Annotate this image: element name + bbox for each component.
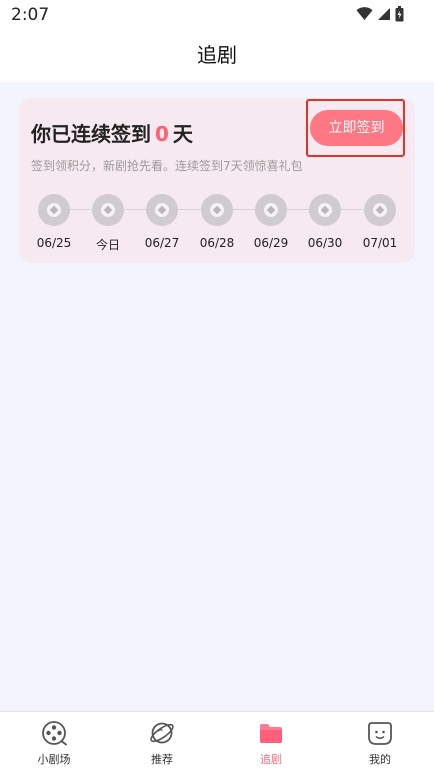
- checkin-day: 06/28: [187, 194, 247, 250]
- day-label: 今日: [95, 238, 120, 252]
- status-icons: [356, 6, 404, 22]
- checkin-description: 签到领积分，新剧抢先看。连续签到7天领惊喜礼包: [31, 159, 303, 173]
- cellular-signal-icon: [378, 8, 390, 20]
- nav-label: 追剧: [260, 753, 282, 766]
- nav-label: 推荐: [151, 753, 173, 766]
- coin-icon: [364, 194, 396, 226]
- checkin-button[interactable]: 立即签到: [310, 110, 403, 146]
- checkin-card: 你已连续签到 0 天 签到领积分，新剧抢先看。连续签到7天领惊喜礼包 立即签到 06…: [19, 98, 415, 263]
- checkin-day: 06/25: [24, 194, 84, 250]
- film-reel-icon: [42, 721, 67, 746]
- battery-icon: [395, 6, 404, 22]
- bottom-nav: 小剧场 推荐 追剧 我的: [0, 711, 434, 772]
- checkin-day-row: 06/25 今日 06/27 06/28 06/29 06/30 07/01: [19, 194, 415, 254]
- checkin-day: 06/30: [295, 194, 355, 250]
- heading-suffix: 天: [172, 122, 193, 146]
- nav-item-recommend[interactable]: 推荐: [108, 712, 216, 772]
- nav-item-theater[interactable]: 小剧场: [0, 712, 108, 772]
- checkin-day: 07/01: [350, 194, 410, 250]
- coin-icon: [146, 194, 178, 226]
- status-time: 2:07: [11, 5, 50, 25]
- heading-prefix: 你已连续签到: [31, 122, 151, 146]
- checkin-heading: 你已连续签到 0 天: [31, 118, 193, 147]
- page-title: 追剧: [197, 43, 237, 67]
- top-area: 2:07 追剧: [0, 0, 434, 82]
- day-label: 06/30: [307, 236, 343, 250]
- day-label: 06/27: [144, 236, 180, 250]
- day-label: 06/25: [36, 236, 72, 250]
- coin-icon: [309, 194, 341, 226]
- wifi-icon: [356, 7, 373, 20]
- status-bar: 2:07: [0, 0, 434, 30]
- nav-label: 小剧场: [37, 753, 71, 766]
- profile-face-icon: [368, 722, 392, 745]
- folder-icon: [260, 724, 282, 743]
- nav-item-following[interactable]: 追剧: [217, 712, 325, 772]
- day-label: 06/29: [253, 236, 289, 250]
- coin-icon: [92, 194, 124, 226]
- day-label: 06/28: [199, 236, 235, 250]
- coin-icon: [201, 194, 233, 226]
- checkin-day: 今日: [78, 194, 138, 253]
- coin-icon: [38, 194, 70, 226]
- title-bar: 追剧: [0, 38, 434, 72]
- checkin-day: 06/27: [132, 194, 192, 250]
- planet-icon: [150, 722, 174, 744]
- streak-count: 0: [155, 122, 169, 146]
- nav-label: 我的: [369, 753, 391, 766]
- checkin-day: 06/29: [241, 194, 301, 250]
- nav-item-profile[interactable]: 我的: [326, 712, 434, 772]
- day-label: 07/01: [362, 236, 398, 250]
- coin-icon: [255, 194, 287, 226]
